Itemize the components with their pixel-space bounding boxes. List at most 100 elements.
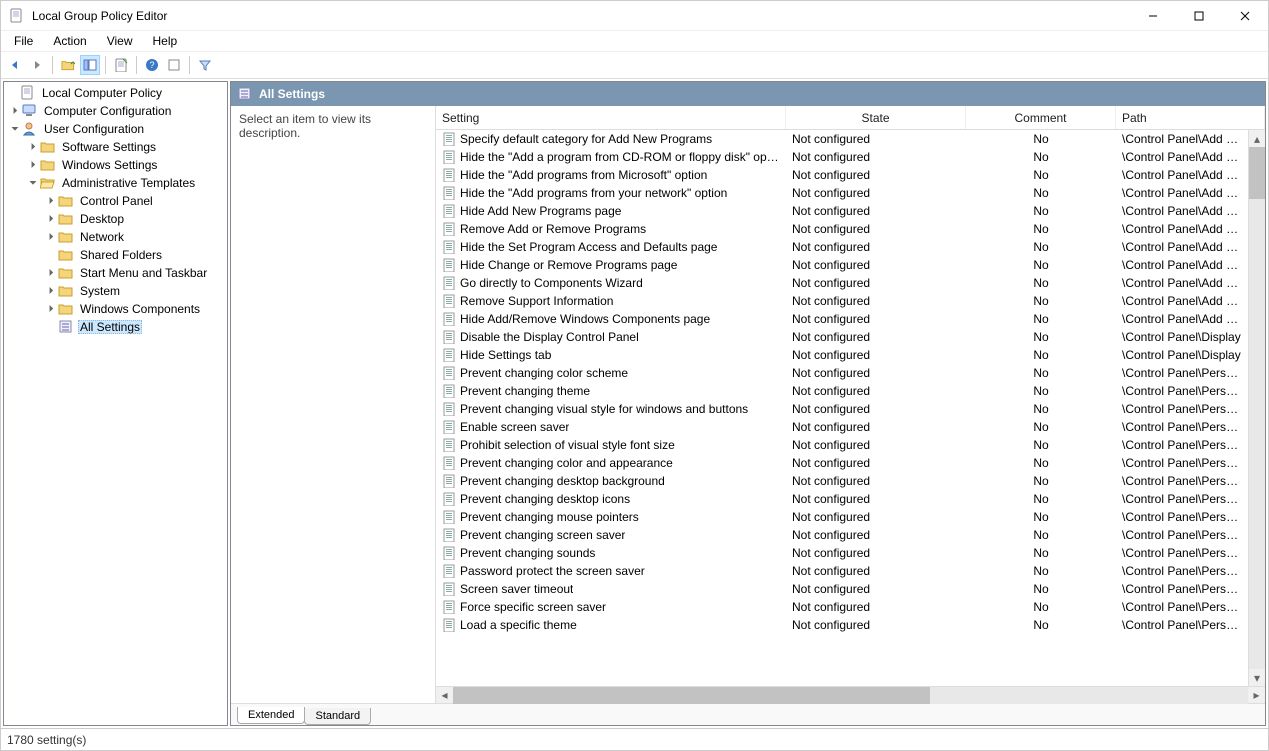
properties-button[interactable] xyxy=(164,55,184,75)
policy-icon xyxy=(442,618,456,632)
setting-path: \Control Panel\Add or Rem xyxy=(1116,222,1248,236)
tree-pane[interactable]: Local Computer Policy Computer Configura… xyxy=(3,81,228,726)
menu-file[interactable]: File xyxy=(5,32,42,50)
policy-icon xyxy=(442,132,456,146)
column-setting[interactable]: Setting xyxy=(436,106,786,129)
toolbar: ? xyxy=(1,51,1268,79)
list-item[interactable]: Hide Settings tabNot configuredNo\Contro… xyxy=(436,346,1265,364)
up-button[interactable] xyxy=(58,55,78,75)
minimize-button[interactable] xyxy=(1130,1,1176,31)
list-item[interactable]: Load a specific themeNot configuredNo\Co… xyxy=(436,616,1265,634)
tree-desktop[interactable]: Desktop xyxy=(4,210,227,228)
list-item[interactable]: Go directly to Components WizardNot conf… xyxy=(436,274,1265,292)
tree-root[interactable]: Local Computer Policy xyxy=(4,84,227,102)
titlebar[interactable]: Local Group Policy Editor xyxy=(1,1,1268,31)
scroll-track[interactable] xyxy=(453,687,1248,704)
folder-icon xyxy=(40,157,56,173)
setting-state: Not configured xyxy=(786,600,966,614)
scroll-down-icon[interactable]: ▾ xyxy=(1249,669,1265,686)
scroll-thumb[interactable] xyxy=(1249,147,1265,199)
list-item[interactable]: Prohibit selection of visual style font … xyxy=(436,436,1265,454)
help-button[interactable]: ? xyxy=(142,55,162,75)
column-state[interactable]: State xyxy=(786,106,966,129)
tree-system[interactable]: System xyxy=(4,282,227,300)
setting-path: \Control Panel\Personaliza xyxy=(1116,438,1248,452)
policy-icon xyxy=(442,528,456,542)
scroll-right-icon[interactable]: ▸ xyxy=(1248,687,1265,704)
list-item[interactable]: Hide Add New Programs pageNot configured… xyxy=(436,202,1265,220)
setting-comment: No xyxy=(966,402,1116,416)
list-item[interactable]: Prevent changing soundsNot configuredNo\… xyxy=(436,544,1265,562)
list-item[interactable]: Prevent changing desktop iconsNot config… xyxy=(436,490,1265,508)
scroll-up-icon[interactable]: ▴ xyxy=(1249,130,1265,147)
tab-standard[interactable]: Standard xyxy=(304,708,371,725)
expand-icon[interactable] xyxy=(44,304,58,315)
export-button[interactable] xyxy=(111,55,131,75)
tree-software-settings[interactable]: Software Settings xyxy=(4,138,227,156)
column-path[interactable]: Path xyxy=(1116,106,1265,129)
tree-user-configuration[interactable]: User Configuration xyxy=(4,120,227,138)
tree-all-settings[interactable]: All Settings xyxy=(4,318,227,336)
tab-extended[interactable]: Extended xyxy=(237,707,305,724)
list-item[interactable]: Force specific screen saverNot configure… xyxy=(436,598,1265,616)
tree-label: Windows Settings xyxy=(60,158,159,172)
scroll-thumb[interactable] xyxy=(453,687,930,704)
list-item[interactable]: Screen saver timeoutNot configuredNo\Con… xyxy=(436,580,1265,598)
expand-icon[interactable] xyxy=(26,142,40,153)
filter-button[interactable] xyxy=(195,55,215,75)
tree-windows-settings[interactable]: Windows Settings xyxy=(4,156,227,174)
list-item[interactable]: Prevent changing desktop backgroundNot c… xyxy=(436,472,1265,490)
list-item[interactable]: Enable screen saverNot configuredNo\Cont… xyxy=(436,418,1265,436)
tree-computer-configuration[interactable]: Computer Configuration xyxy=(4,102,227,120)
tree-shared-folders[interactable]: Shared Folders xyxy=(4,246,227,264)
list-item[interactable]: Prevent changing screen saverNot configu… xyxy=(436,526,1265,544)
column-comment[interactable]: Comment xyxy=(966,106,1116,129)
expand-icon[interactable] xyxy=(44,196,58,207)
list-item[interactable]: Prevent changing visual style for window… xyxy=(436,400,1265,418)
forward-button[interactable] xyxy=(27,55,47,75)
tree-control-panel[interactable]: Control Panel xyxy=(4,192,227,210)
list-item[interactable]: Disable the Display Control PanelNot con… xyxy=(436,328,1265,346)
expand-icon[interactable] xyxy=(44,232,58,243)
expand-icon[interactable] xyxy=(44,214,58,225)
vertical-scrollbar[interactable]: ▴ ▾ xyxy=(1248,130,1265,686)
list-item[interactable]: Prevent changing color schemeNot configu… xyxy=(436,364,1265,382)
scroll-track[interactable] xyxy=(1249,147,1265,669)
setting-state: Not configured xyxy=(786,438,966,452)
policy-icon xyxy=(442,366,456,380)
list-item[interactable]: Remove Add or Remove ProgramsNot configu… xyxy=(436,220,1265,238)
list-body[interactable]: Specify default category for Add New Pro… xyxy=(436,130,1265,686)
list-item[interactable]: Specify default category for Add New Pro… xyxy=(436,130,1265,148)
back-button[interactable] xyxy=(5,55,25,75)
tree-administrative-templates[interactable]: Administrative Templates xyxy=(4,174,227,192)
list-item[interactable]: Hide the "Add programs from Microsoft" o… xyxy=(436,166,1265,184)
list-item[interactable]: Remove Support InformationNot configured… xyxy=(436,292,1265,310)
list-item[interactable]: Prevent changing color and appearanceNot… xyxy=(436,454,1265,472)
tree-windows-components[interactable]: Windows Components xyxy=(4,300,227,318)
expand-icon[interactable] xyxy=(8,106,22,117)
list-item[interactable]: Prevent changing themeNot configuredNo\C… xyxy=(436,382,1265,400)
expand-icon[interactable] xyxy=(44,268,58,279)
list-item[interactable]: Hide the Set Program Access and Defaults… xyxy=(436,238,1265,256)
tree-start-menu[interactable]: Start Menu and Taskbar xyxy=(4,264,227,282)
list-item[interactable]: Hide the "Add programs from your network… xyxy=(436,184,1265,202)
collapse-icon[interactable] xyxy=(8,124,22,135)
list-item[interactable]: Hide Add/Remove Windows Components pageN… xyxy=(436,310,1265,328)
menu-view[interactable]: View xyxy=(98,32,142,50)
list-item[interactable]: Hide the "Add a program from CD-ROM or f… xyxy=(436,148,1265,166)
list-item[interactable]: Password protect the screen saverNot con… xyxy=(436,562,1265,580)
policy-icon xyxy=(442,492,456,506)
tree-network[interactable]: Network xyxy=(4,228,227,246)
expand-icon[interactable] xyxy=(44,286,58,297)
collapse-icon[interactable] xyxy=(26,178,40,189)
horizontal-scrollbar[interactable]: ◂ ▸ xyxy=(436,686,1265,703)
maximize-button[interactable] xyxy=(1176,1,1222,31)
list-item[interactable]: Prevent changing mouse pointersNot confi… xyxy=(436,508,1265,526)
menu-action[interactable]: Action xyxy=(44,32,95,50)
scroll-left-icon[interactable]: ◂ xyxy=(436,687,453,704)
close-button[interactable] xyxy=(1222,1,1268,31)
show-hide-tree-button[interactable] xyxy=(80,55,100,75)
menu-help[interactable]: Help xyxy=(144,32,187,50)
list-item[interactable]: Hide Change or Remove Programs pageNot c… xyxy=(436,256,1265,274)
expand-icon[interactable] xyxy=(26,160,40,171)
